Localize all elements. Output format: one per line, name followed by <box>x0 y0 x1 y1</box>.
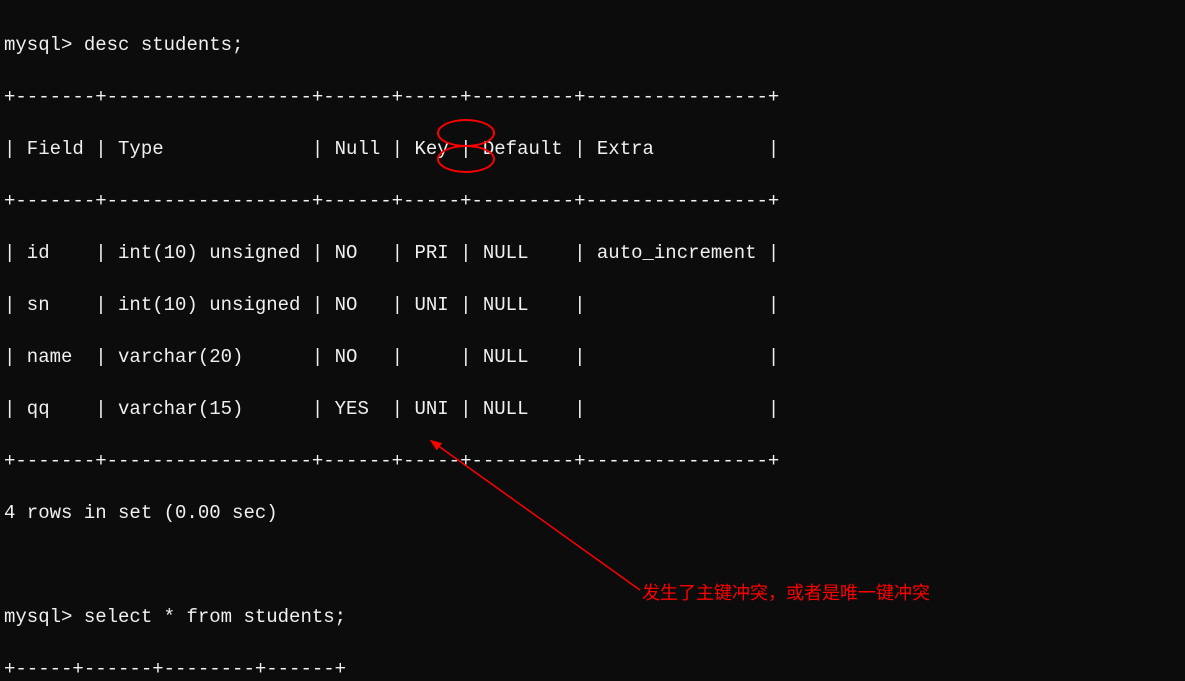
desc-row-2: | name | varchar(20) | NO | | NULL | | <box>4 344 1181 370</box>
desc-row-0: | id | int(10) unsigned | NO | PRI | NUL… <box>4 240 1181 266</box>
sel-sep-top: +-----+------+--------+------+ <box>4 656 1181 681</box>
desc-row-1: | sn | int(10) unsigned | NO | UNI | NUL… <box>4 292 1181 318</box>
desc-sep-bot: +-------+------------------+------+-----… <box>4 448 1181 474</box>
blank-1 <box>4 552 1181 578</box>
desc-sep-mid: +-------+------------------+------+-----… <box>4 188 1181 214</box>
cmd-select: select * from students; <box>84 606 346 628</box>
desc-header: | Field | Type | Null | Key | Default | … <box>4 136 1181 162</box>
prompt-line-2: mysql> select * from students; <box>4 604 1181 630</box>
desc-footer: 4 rows in set (0.00 sec) <box>4 500 1181 526</box>
desc-sep-top: +-------+------------------+------+-----… <box>4 84 1181 110</box>
prompt-line-1: mysql> desc students; <box>4 32 1181 58</box>
terminal-output[interactable]: mysql> desc students; +-------+---------… <box>0 0 1185 681</box>
cmd-desc: desc students; <box>84 34 244 56</box>
desc-row-3: | qq | varchar(15) | YES | UNI | NULL | … <box>4 396 1181 422</box>
